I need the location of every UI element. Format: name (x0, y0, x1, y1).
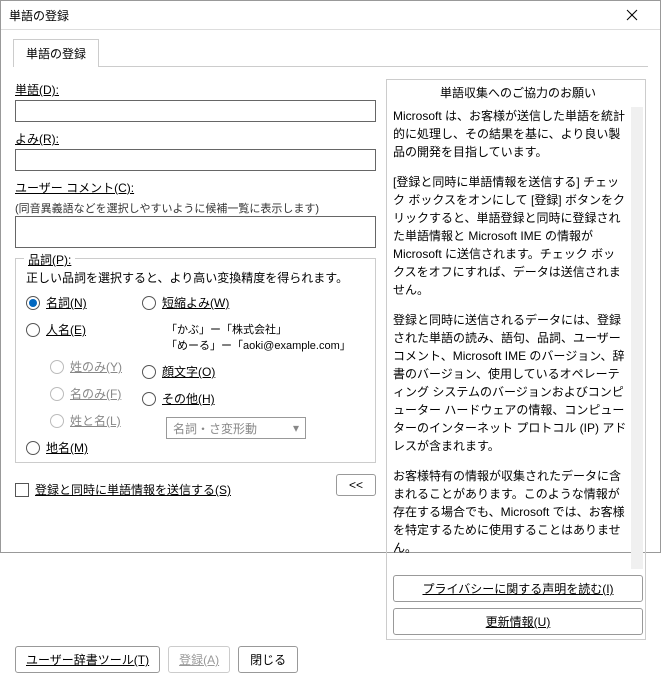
comment-label: ユーザー コメント(C): (15, 179, 376, 196)
radio-other[interactable]: その他(H) (142, 390, 352, 407)
chevron-down-icon: ▾ (293, 421, 299, 435)
radio-shortyomi[interactable]: 短縮よみ(W) (142, 294, 352, 311)
radio-fullname: 姓と名(L) (50, 412, 136, 429)
update-info-button[interactable]: 更新情報(U) (393, 608, 643, 635)
pos-group-title: 品詞(P): (24, 251, 75, 268)
comment-input[interactable] (15, 216, 376, 248)
window-title: 単語の登録 (9, 7, 612, 24)
pos-desc: 正しい品詞を選択すると、より高い変換精度を得られます。 (26, 269, 365, 286)
right-panel-title: 単語収集へのご協力のお願い (393, 84, 643, 101)
radio-surname-only: 姓のみ(Y) (50, 358, 136, 375)
user-dict-button[interactable]: ユーザー辞書ツール(T) (15, 646, 160, 673)
right-panel-text: Microsoft は、お客様が送信した単語を統計的に処理し、その結果を基に、よ… (393, 107, 631, 569)
radio-givenname-only: 名のみ(F) (50, 385, 136, 402)
comment-hint: (同音異義語などを選択しやすいように候補一覧に表示します) (15, 200, 376, 216)
send-checkbox[interactable]: 登録と同時に単語情報を送信する(S) (15, 481, 231, 498)
collapse-button[interactable]: << (336, 474, 376, 496)
tab-word-register[interactable]: 単語の登録 (13, 39, 99, 67)
radio-noun[interactable]: 名詞(N) (26, 294, 136, 311)
word-label: 単語(D): (15, 81, 376, 98)
close-button[interactable]: 閉じる (238, 646, 298, 673)
radio-kaomoji[interactable]: 顔文字(O) (142, 363, 352, 380)
scrollbar[interactable] (631, 107, 643, 569)
close-icon[interactable] (612, 1, 652, 29)
radio-place[interactable]: 地名(M) (26, 439, 136, 456)
radio-person[interactable]: 人名(E) (26, 321, 136, 338)
yomi-label: よみ(R): (15, 130, 376, 147)
example-1: 「かぶ」ー「株式会社」 (166, 321, 352, 337)
yomi-input[interactable] (15, 149, 376, 171)
other-select: 名詞・さ変形動 ▾ (166, 417, 306, 439)
privacy-button[interactable]: プライバシーに関する声明を読む(I) (393, 575, 643, 602)
word-input[interactable] (15, 100, 376, 122)
example-2: 「めーる」ー「aoki@example.com」 (166, 337, 352, 353)
register-button: 登録(A) (168, 646, 230, 673)
